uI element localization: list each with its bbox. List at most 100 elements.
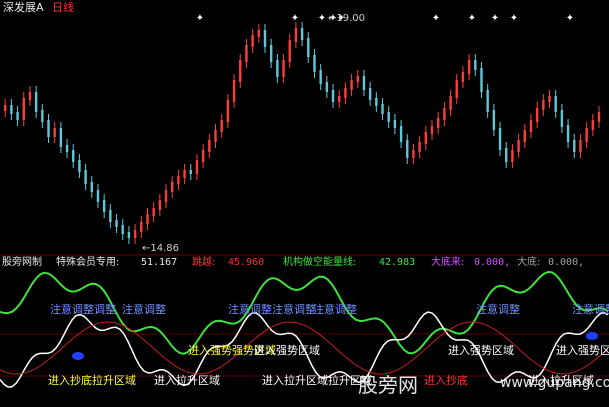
signal-star-marker: ✦ [491, 13, 499, 24]
indicator-header: 股旁网制 特殊会员专用: 51.167 跳越: 45.960 机构做空能量线: … [2, 255, 584, 268]
candle-body [214, 130, 217, 142]
bottom-value: 0.000, [548, 257, 584, 268]
candle-body [443, 108, 446, 120]
candle-body [16, 112, 19, 120]
candle-body [195, 160, 199, 174]
candle-body [263, 30, 267, 47]
bottom-signal-dot [72, 352, 84, 360]
candle-body [542, 100, 545, 110]
candle-body [393, 120, 397, 128]
big-bottom-label: 大底来: [431, 255, 464, 268]
attention-label-4: 注意调整 [313, 302, 357, 316]
candle-body [127, 232, 131, 238]
candle-body [307, 38, 310, 57]
strong-zone-label-2: 进入强势区域 [254, 344, 320, 357]
candle-body [455, 80, 458, 98]
candle-body [406, 140, 409, 158]
high-price-label: ←19.00 [328, 13, 365, 24]
candle-body [356, 76, 359, 82]
candle-body [436, 118, 440, 128]
stock-chart[interactable]: 深发展A 日线 ✦ ✦ ✦ ✦ ✦ ✦ ✦ ✦ ✦ ✦ ←19.00 ←14.86 股旁网制 特殊… [0, 0, 609, 407]
candle-body [529, 120, 533, 132]
candle-body [300, 28, 304, 40]
indicator-lines[interactable] [0, 270, 609, 388]
inst-energy-value: 42.983 [379, 257, 415, 268]
candle-body [257, 30, 261, 37]
candle-body [245, 45, 248, 62]
candle-body [511, 150, 514, 162]
candle-body [517, 140, 520, 152]
signal-star-marker: ✦ [468, 13, 476, 24]
candle-body [313, 55, 316, 72]
special-member-label: 特殊会员专用: [56, 255, 119, 268]
candle-body [171, 182, 174, 192]
candle-body [53, 128, 56, 137]
candle-body [418, 142, 421, 152]
big-bottom-value: 0.000, [474, 257, 510, 268]
attention-label-1: 注意调整调整 [50, 302, 116, 316]
candle-body [480, 68, 483, 92]
candle-body [133, 230, 137, 238]
candle-body [498, 128, 502, 150]
attention-label-6: 注意调整 [572, 302, 609, 316]
candle-body [505, 148, 508, 162]
candle-body [115, 220, 118, 227]
candle-body [34, 92, 38, 112]
candle-body [554, 96, 557, 112]
candle-body [4, 105, 7, 111]
lift-zone-label-4: 进入抄底 [424, 373, 468, 387]
lift-zone-label-3: 进入拉升区域拉升区域 [262, 373, 372, 387]
low-price-label: ←14.86 [142, 243, 179, 254]
candle-body [467, 60, 471, 74]
strong-zone-label-3: 进入强势区域 [448, 344, 514, 357]
candle-body [362, 76, 366, 90]
candle-body [78, 160, 81, 172]
candle-body [325, 82, 329, 92]
candle-body [183, 170, 186, 178]
candle-body [331, 90, 335, 102]
candle-body [492, 110, 496, 130]
candle-body [146, 214, 149, 224]
candle-body [566, 125, 570, 142]
price-panel[interactable]: ✦ ✦ ✦ ✦ ✦ ✦ ✦ ✦ ✦ ✦ [4, 13, 601, 244]
candle-body [579, 140, 582, 152]
candle-body [573, 140, 576, 152]
strong-zone-label-4: 进入强势区域 [556, 344, 609, 357]
jump-value: 45.960 [228, 257, 264, 268]
candle-body [109, 210, 112, 222]
candle-body [535, 108, 539, 122]
candle-body [375, 98, 378, 106]
signal-star-marker: ✦ [432, 13, 440, 24]
candle-body [338, 96, 341, 102]
candle-body [158, 200, 162, 210]
candle-body [449, 96, 452, 110]
jump-label: 跳越: [192, 255, 215, 268]
candle-body [523, 130, 526, 142]
candle-body [90, 182, 93, 192]
candle-body [164, 190, 168, 202]
candle-body [22, 98, 25, 120]
candle-body [96, 190, 100, 202]
candle-body [10, 105, 13, 114]
candle-body [152, 208, 155, 216]
candle-body [282, 60, 285, 77]
candle-body [47, 120, 50, 137]
candle-body [239, 60, 242, 82]
candle-body [177, 176, 180, 184]
inst-energy-label: 机构做空能量线: [283, 255, 356, 268]
signal-star-marker: ✦ [566, 13, 574, 24]
indicator-title: 股旁网制 [2, 255, 42, 268]
candle-body [288, 40, 291, 62]
candle-body [84, 170, 87, 184]
candle-body [461, 72, 465, 82]
candle-body [220, 120, 223, 132]
candle-body [41, 110, 44, 122]
candle-body [399, 126, 403, 142]
candle-body [430, 126, 434, 134]
candle-body [294, 28, 298, 42]
stock-name: 深发展A [3, 0, 44, 14]
special-member-value: 51.167 [141, 257, 177, 268]
candle-body [232, 80, 236, 102]
candle-body [28, 92, 32, 100]
period-label[interactable]: 日线 [52, 0, 74, 14]
